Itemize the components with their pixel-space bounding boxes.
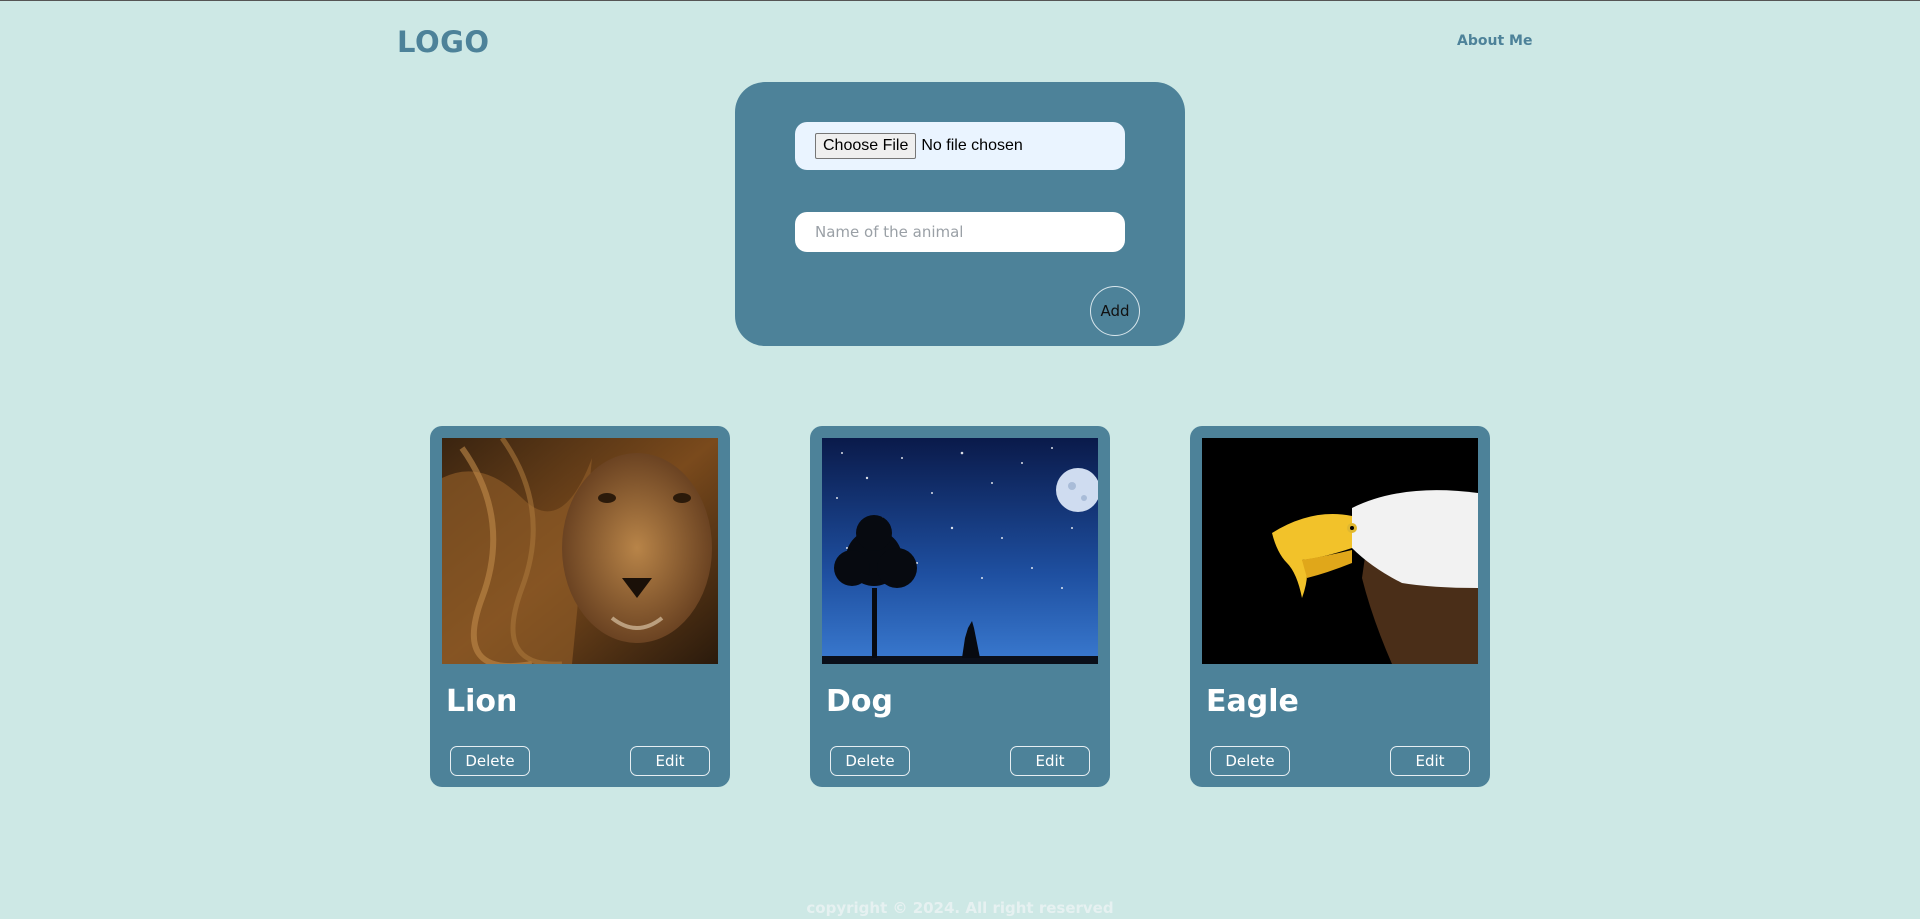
lion-image [442,438,718,664]
nav-about-me-link[interactable]: About Me [1457,33,1532,49]
dog-image [822,438,1098,664]
card-title: Eagle [1206,684,1299,719]
file-status-text: No file chosen [921,137,1023,154]
eagle-image [1202,438,1478,664]
choose-file-button[interactable]: Choose File [815,133,917,159]
edit-button[interactable]: Edit [630,746,710,776]
edit-button[interactable]: Edit [1390,746,1470,776]
add-animal-form: Choose File No file chosen Add [735,82,1185,346]
site-header: LOGO About Me [0,1,1920,81]
logo[interactable]: LOGO [397,25,490,59]
delete-button[interactable]: Delete [450,746,530,776]
footer-copyright: copyright © 2024. All right reserved [806,899,1114,917]
animal-name-input[interactable] [795,212,1125,252]
delete-button[interactable]: Delete [1210,746,1290,776]
file-upload-field[interactable]: Choose File No file chosen [795,122,1125,170]
animal-card-lion: Lion Delete Edit [430,426,730,787]
edit-button[interactable]: Edit [1010,746,1090,776]
delete-button[interactable]: Delete [830,746,910,776]
animal-card-dog: Dog Delete Edit [810,426,1110,787]
card-title: Lion [446,684,518,719]
animal-card-eagle: Eagle Delete Edit [1190,426,1490,787]
add-button[interactable]: Add [1090,286,1140,336]
card-title: Dog [826,684,893,719]
